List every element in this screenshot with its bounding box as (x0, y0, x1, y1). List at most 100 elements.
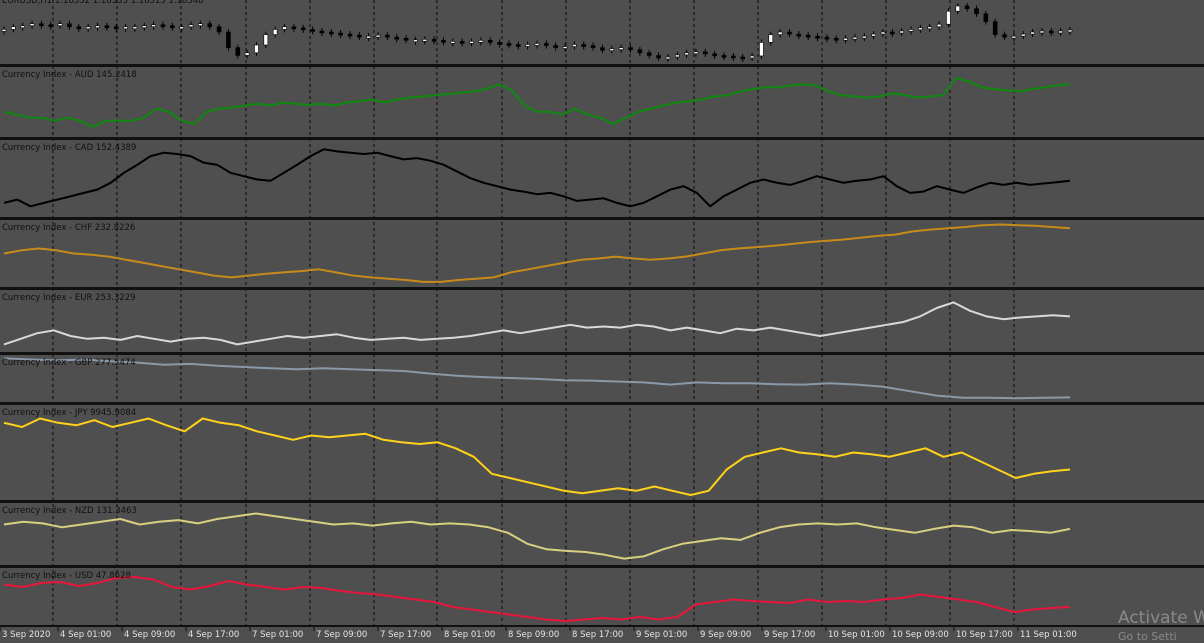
candle (95, 25, 100, 29)
x-tick-label: 11 Sep 01:00 (1020, 630, 1077, 640)
candle (39, 23, 44, 26)
candle (918, 27, 923, 31)
candle (777, 31, 783, 35)
candle (85, 26, 91, 30)
candle (955, 5, 961, 12)
candle (936, 23, 942, 28)
candle (1067, 29, 1073, 33)
candle (244, 52, 250, 56)
candle (310, 29, 315, 32)
candle (207, 23, 213, 28)
candle (927, 26, 933, 30)
x-tick-label: 3 Sep 2020 (2, 630, 50, 640)
candle (628, 47, 633, 50)
main-header-label: EURUSD,H1 1.18332 1.18353 1.18313 1.1834… (2, 0, 204, 6)
pane-separator (0, 352, 1204, 355)
x-tick-label: 8 Sep 01:00 (444, 630, 495, 640)
candle (890, 31, 895, 35)
candle (113, 26, 119, 30)
pane-label-gbp: Currency Index - GBP 277.5474 (2, 358, 136, 368)
candle (394, 36, 400, 40)
candle (347, 33, 353, 37)
x-tick-label: 7 Sep 01:00 (252, 630, 303, 640)
candle (637, 49, 643, 54)
pane-separator (0, 217, 1204, 220)
candle (712, 53, 717, 57)
candle (731, 55, 736, 59)
candle (272, 29, 278, 35)
candle (749, 55, 755, 59)
candle (908, 29, 914, 32)
candle (1011, 35, 1017, 39)
candle (600, 47, 605, 51)
candle (487, 40, 493, 43)
candle (188, 24, 194, 28)
candle (1058, 30, 1063, 34)
candle (1030, 31, 1035, 35)
candle (179, 26, 184, 30)
candle (618, 47, 624, 50)
candle (198, 23, 203, 26)
pane-label-nzd: Currency Index - NZD 131.3463 (2, 506, 137, 516)
candle (123, 26, 128, 30)
x-tick-label: 9 Sep 17:00 (764, 630, 815, 640)
candle (880, 31, 886, 35)
candle (151, 24, 156, 28)
candle (721, 55, 727, 58)
candle (282, 26, 287, 30)
x-tick-label: 9 Sep 01:00 (636, 630, 687, 640)
candle (693, 51, 699, 55)
candle (992, 21, 998, 35)
candle (57, 23, 63, 27)
candle (1, 29, 7, 32)
pane-label-jpy: Currency Index - JPY 9945.9084 (2, 408, 136, 418)
candle (843, 37, 848, 41)
candle (338, 32, 343, 36)
candle (824, 36, 830, 40)
candle (787, 31, 792, 35)
pane-separator (0, 565, 1204, 568)
candle (964, 5, 970, 9)
candle (534, 43, 540, 46)
candle (974, 8, 979, 15)
x-tick-label: 8 Sep 09:00 (508, 630, 559, 640)
x-tick-label: 7 Sep 17:00 (380, 630, 431, 640)
candle (983, 13, 989, 22)
candle (226, 31, 231, 48)
candle (469, 41, 474, 44)
candle (431, 38, 437, 42)
candle (796, 33, 802, 37)
candle (544, 43, 549, 46)
candle (815, 35, 820, 39)
pane-separator (0, 137, 1204, 140)
candle (674, 54, 680, 58)
candle (170, 25, 175, 29)
candle (590, 45, 596, 48)
candle (759, 42, 764, 57)
candle (646, 52, 652, 56)
candle (291, 26, 297, 30)
candle (946, 10, 951, 25)
x-tick-label: 10 Sep 01:00 (828, 630, 885, 640)
candle (67, 23, 72, 28)
candle (254, 44, 259, 54)
candle (703, 51, 708, 55)
candle (300, 27, 306, 31)
candle (459, 41, 465, 44)
activation-watermark-sub: Go to Setti (1118, 630, 1177, 643)
candle (656, 55, 661, 59)
candle (684, 52, 689, 56)
candle (319, 30, 325, 34)
candle (665, 56, 671, 60)
indicator-chart-window[interactable]: EURUSD,H1 1.18332 1.18353 1.18313 1.1834… (0, 0, 1204, 641)
pane-separator (0, 402, 1204, 405)
candle (805, 34, 811, 38)
pane-label-eur: Currency Index - EUR 253.3229 (2, 293, 136, 303)
candle (413, 39, 418, 43)
candle (357, 34, 362, 38)
candle (441, 40, 446, 43)
candle (403, 37, 409, 41)
candle (235, 47, 241, 56)
candle (562, 46, 568, 49)
candle (572, 44, 577, 47)
